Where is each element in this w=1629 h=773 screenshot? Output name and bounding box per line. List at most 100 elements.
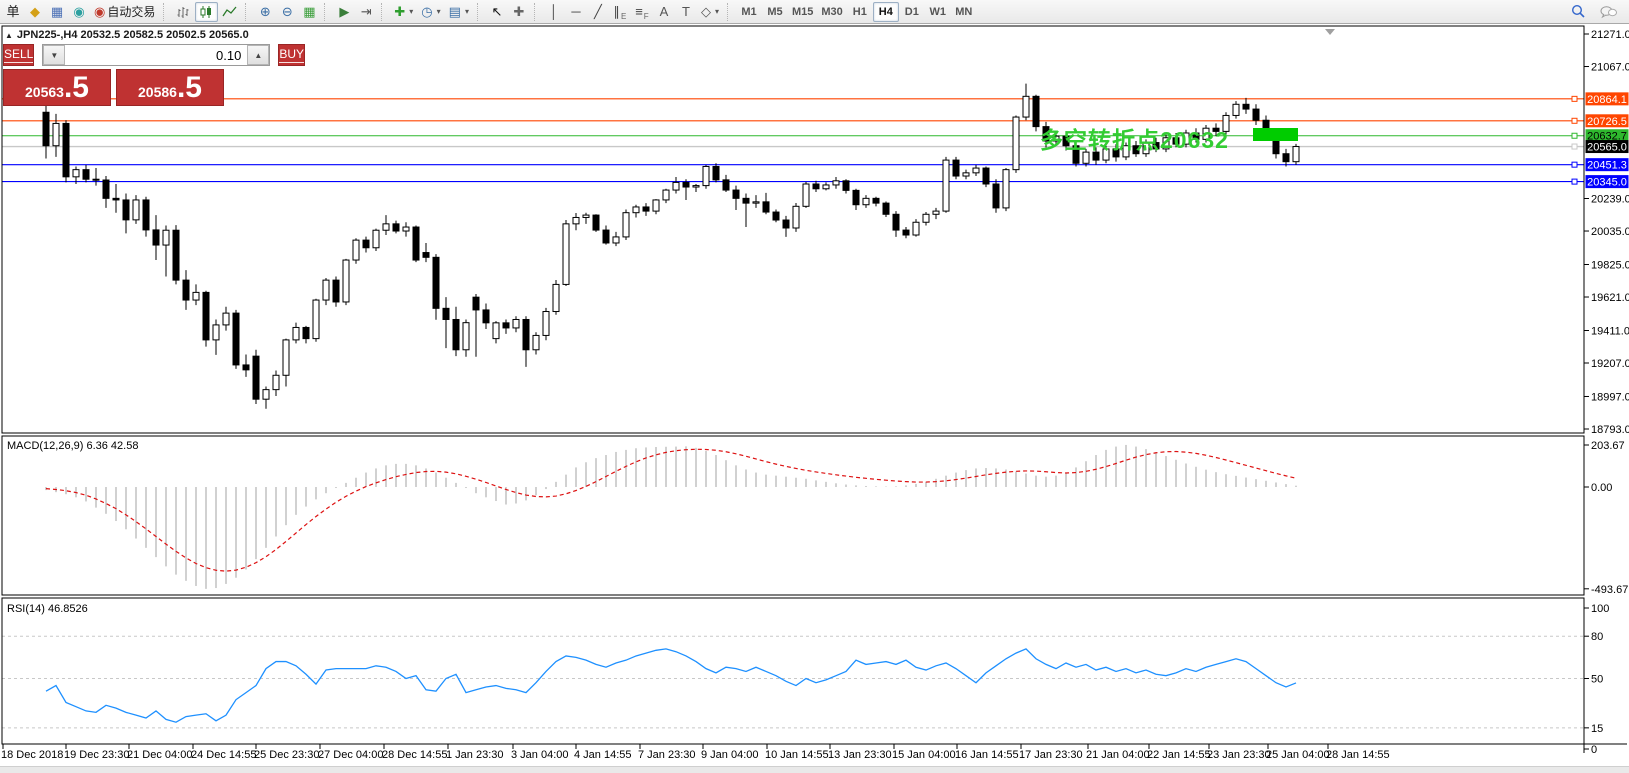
volume-input[interactable]	[65, 45, 247, 65]
svg-text:0.00: 0.00	[1591, 482, 1612, 494]
timeframe-w1[interactable]: W1	[925, 2, 951, 22]
timeframe-m1[interactable]: M1	[736, 2, 762, 22]
symbol-title: JPN225-,H4 20532.5 20582.5 20502.5 20565…	[17, 29, 249, 41]
svg-text:20345.0: 20345.0	[1587, 177, 1627, 189]
svg-text:3 Jan 04:00: 3 Jan 04:00	[511, 749, 569, 761]
symbol-header: ▲ JPN225-,H4 20532.5 20582.5 20502.5 205…	[5, 29, 249, 41]
toolbar-separator	[324, 3, 330, 21]
svg-text:20864.1: 20864.1	[1587, 94, 1627, 106]
buy-price[interactable]: 20586.5	[116, 69, 224, 106]
community-icon[interactable]: ◉	[68, 2, 90, 22]
chart-canvas[interactable]: 21271.021067.020239.020035.019825.019621…	[0, 0, 1629, 773]
svg-text:21 Dec 04:00: 21 Dec 04:00	[127, 749, 192, 761]
zoom-in-icon[interactable]: ⊕	[254, 2, 276, 22]
rsi-panel	[2, 636, 1584, 728]
new-order-button[interactable]: 单	[2, 2, 24, 22]
indicators-button[interactable]: ✚▾	[390, 2, 417, 22]
zoom-out-icon[interactable]: ⊖	[276, 2, 298, 22]
label-button[interactable]: T	[675, 2, 697, 22]
svg-text:7 Jan 23:30: 7 Jan 23:30	[638, 749, 696, 761]
svg-text:17 Jan 23:30: 17 Jan 23:30	[1019, 749, 1083, 761]
auto-scroll-icon[interactable]: ▶	[333, 2, 355, 22]
chart-annotation-text: 多空转折点20632	[1040, 121, 1229, 155]
svg-text:20565.0: 20565.0	[1587, 142, 1627, 154]
time-axis: 18 Dec 201819 Dec 23:3021 Dec 04:0024 De…	[1, 744, 1390, 761]
toolbar: 单◆▦◉◉自动交易⊕⊖▦▶⇥✚▾◷▾▤▾↖✚│─╱∥E≡FAT◇▾M1M5M15…	[0, 0, 1629, 24]
svg-text:18 Dec 2018: 18 Dec 2018	[1, 749, 63, 761]
svg-text:10 Jan 14:55: 10 Jan 14:55	[765, 749, 829, 761]
chart-shift-marker-icon[interactable]	[1325, 29, 1335, 35]
window-bottom-strip	[0, 766, 1629, 773]
timeframe-mn[interactable]: MN	[951, 2, 977, 22]
svg-text:19 Dec 23:30: 19 Dec 23:30	[64, 749, 129, 761]
timeframe-m30[interactable]: M30	[817, 2, 846, 22]
volume-up-button[interactable]: ▲	[247, 45, 269, 65]
sell-price[interactable]: 20563.5	[3, 69, 111, 106]
panel-borders	[2, 26, 1627, 753]
fibonacci-button[interactable]: ≡F	[631, 2, 653, 22]
timeframe-m15[interactable]: M15	[788, 2, 817, 22]
svg-text:16 Jan 14:55: 16 Jan 14:55	[955, 749, 1019, 761]
svg-text:20726.5: 20726.5	[1587, 116, 1627, 128]
toolbar-separator	[727, 3, 733, 21]
shapes-button[interactable]: ◇▾	[697, 2, 723, 22]
timeframe-d1[interactable]: D1	[899, 2, 925, 22]
chart-shift-icon[interactable]: ⇥	[355, 2, 377, 22]
timeframe-m5[interactable]: M5	[762, 2, 788, 22]
periods-button[interactable]: ◷▾	[417, 2, 444, 22]
tile-windows-icon[interactable]: ▦	[298, 2, 320, 22]
line-chart-icon[interactable]	[218, 2, 241, 22]
cursor-button[interactable]: ↖	[486, 2, 508, 22]
price-level-lines	[2, 96, 1584, 184]
volume-stepper: ▼ ▲	[42, 44, 270, 66]
layers-icon[interactable]: ◆	[24, 2, 46, 22]
search-icon[interactable]	[1567, 2, 1590, 22]
autotrading-button[interactable]: ◉自动交易	[90, 2, 159, 22]
macd-signal-line	[46, 449, 1296, 571]
svg-text:18793.0: 18793.0	[1591, 424, 1629, 436]
timeframe-h1[interactable]: H1	[847, 2, 873, 22]
svg-text:22 Jan 14:55: 22 Jan 14:55	[1147, 749, 1211, 761]
hline-button[interactable]: ─	[565, 2, 587, 22]
collapse-icon[interactable]: ▲	[5, 31, 13, 40]
svg-text:18997.0: 18997.0	[1591, 391, 1629, 403]
toolbar-separator	[245, 3, 251, 21]
svg-text:80: 80	[1591, 631, 1603, 643]
vline-button[interactable]: │	[543, 2, 565, 22]
templates-button[interactable]: ▤▾	[445, 2, 473, 22]
toolbar-separator	[477, 3, 483, 21]
svg-text:21067.0: 21067.0	[1591, 62, 1629, 74]
bar-chart-icon[interactable]	[172, 2, 195, 22]
svg-text:27 Dec 04:00: 27 Dec 04:00	[318, 749, 383, 761]
svg-text:4 Jan 14:55: 4 Jan 14:55	[574, 749, 632, 761]
svg-text:-493.67: -493.67	[1591, 584, 1628, 596]
svg-text:19411.0: 19411.0	[1591, 325, 1629, 337]
volume-down-button[interactable]: ▼	[43, 45, 65, 65]
svg-text:28 Jan 14:55: 28 Jan 14:55	[1326, 749, 1390, 761]
crosshair-button[interactable]: ✚	[508, 2, 530, 22]
chat-icon[interactable]	[1596, 2, 1621, 22]
highlight-rectangle	[1253, 128, 1298, 141]
svg-text:23 Jan 23:30: 23 Jan 23:30	[1207, 749, 1271, 761]
svg-text:19207.0: 19207.0	[1591, 358, 1629, 370]
sell-button[interactable]: SELL	[3, 44, 34, 66]
price-level-labels: 20864.120726.520632.720565.020451.320345…	[1586, 92, 1629, 188]
svg-text:25 Jan 04:00: 25 Jan 04:00	[1266, 749, 1330, 761]
buy-button[interactable]: BUY	[278, 44, 305, 66]
candlestick-chart-icon[interactable]	[195, 2, 218, 22]
svg-text:19825.0: 19825.0	[1591, 259, 1629, 271]
channel-button[interactable]: ∥E	[609, 2, 631, 22]
trendline-button[interactable]: ╱	[587, 2, 609, 22]
timeframe-h4[interactable]: H4	[873, 2, 899, 22]
text-button[interactable]: A	[653, 2, 675, 22]
toolbar-separator	[381, 3, 387, 21]
svg-text:19621.0: 19621.0	[1591, 292, 1629, 304]
new-chart-icon[interactable]: ▦	[46, 2, 68, 22]
svg-text:50: 50	[1591, 674, 1603, 686]
macd-panel	[46, 445, 1296, 589]
svg-text:9 Jan 04:00: 9 Jan 04:00	[701, 749, 759, 761]
svg-text:20451.3: 20451.3	[1587, 160, 1627, 172]
svg-text:25 Dec 23:30: 25 Dec 23:30	[254, 749, 319, 761]
svg-text:1 Jan 23:30: 1 Jan 23:30	[446, 749, 504, 761]
svg-text:13 Jan 23:30: 13 Jan 23:30	[828, 749, 892, 761]
